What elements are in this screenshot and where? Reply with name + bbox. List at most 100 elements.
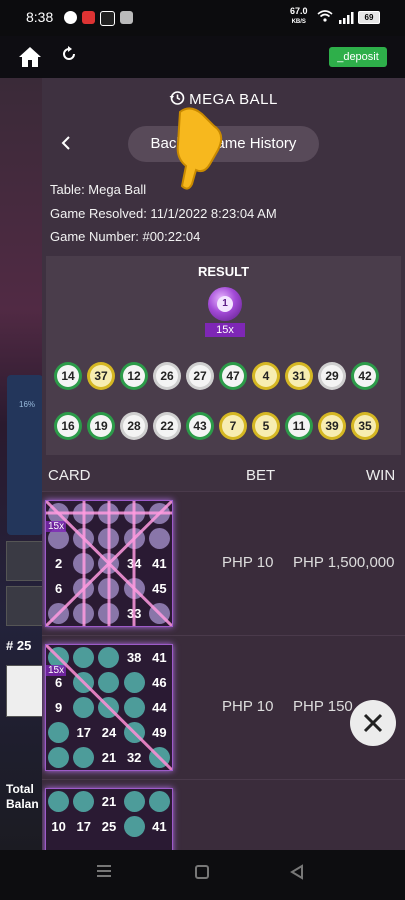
drawn-ball: 22 [153, 412, 181, 440]
drawn-ball: 19 [87, 412, 115, 440]
history-row: 21 10 17 25 41 [42, 779, 405, 850]
signal-icon [338, 11, 354, 27]
drawn-ball-number: 4 [255, 365, 277, 387]
drawn-ball: 29 [318, 362, 346, 390]
card-cell [71, 839, 96, 850]
card-cell [71, 601, 96, 626]
card-cell [46, 745, 71, 770]
drawn-ball-number: 16 [57, 415, 79, 437]
drawn-ball: 4 [252, 362, 280, 390]
card-cell [96, 601, 121, 626]
drawn-ball: 47 [219, 362, 247, 390]
home-icon[interactable] [18, 46, 42, 68]
bingo-card: 2 34 41 6 45 33 15x [45, 500, 173, 627]
card-cell [71, 789, 96, 814]
drawn-ball-number: 27 [189, 365, 211, 387]
drawn-ball-number: 7 [222, 415, 244, 437]
card-cell [122, 695, 147, 720]
card-cell [147, 839, 172, 850]
drawn-ball-number: 43 [189, 415, 211, 437]
game-number: Game Number: #00:22:04 [50, 229, 201, 244]
card-cell [96, 526, 121, 551]
card-cell: 49 [152, 725, 167, 740]
drawn-ball: 31 [285, 362, 313, 390]
card-cell: 45 [152, 581, 167, 596]
card-multiplier-badge: 15x [46, 521, 67, 532]
drawn-ball: 27 [186, 362, 214, 390]
row-bet: PHP 10 [222, 554, 274, 571]
nav-back-icon[interactable] [290, 864, 304, 885]
background-dice [6, 665, 44, 717]
drawn-ball: 35 [351, 412, 379, 440]
drawn-ball-number: 19 [90, 415, 112, 437]
header-card: CARD [48, 467, 91, 484]
drawn-ball-number: 42 [354, 365, 376, 387]
refresh-icon[interactable] [60, 45, 78, 69]
card-cell [122, 814, 147, 839]
background-box [6, 541, 44, 581]
card-cell: 46 [152, 675, 167, 690]
background-card: 16% [7, 375, 43, 535]
card-cell: 33 [126, 606, 142, 621]
card-cell [71, 670, 96, 695]
background-percent: 16% [19, 400, 36, 409]
card-cell: 41 [152, 650, 167, 665]
drawn-ball: 11 [285, 412, 313, 440]
card-cell [96, 670, 121, 695]
card-cell [71, 501, 96, 526]
drawn-ball: 43 [186, 412, 214, 440]
background-total: Total Balan [6, 782, 39, 811]
drawn-balls-row-2: 16 19 28 22 43 7 5 11 39 35 [54, 412, 379, 440]
card-cell: 10 [51, 819, 66, 834]
bingo-card: 21 10 17 25 41 [45, 788, 173, 850]
back-arrow-icon[interactable] [60, 134, 72, 157]
header-bet: BET [246, 467, 276, 484]
card-cell [96, 695, 121, 720]
drawn-balls-row-1: 14 37 12 26 27 47 4 31 29 42 [54, 362, 379, 390]
status-bar: 8:38 67.0 KB/S 69 [0, 0, 405, 36]
drawn-ball: 28 [120, 412, 148, 440]
history-row: 38 41 6 46 9 44 17 24 49 21 32 15x PHP 10 PHP 150 [42, 635, 405, 779]
card-cell: 41 [152, 556, 167, 571]
result-box: RESULT 1 15x 14 37 12 26 27 47 4 31 29 42 16 19 28 2… [46, 256, 401, 455]
card-cell [147, 501, 172, 526]
card-cell [147, 526, 172, 551]
drawn-ball-number: 28 [123, 415, 145, 437]
card-cell [122, 576, 147, 601]
card-cell: 32 [126, 750, 142, 765]
drawn-ball-number: 5 [255, 415, 277, 437]
drawn-ball: 39 [318, 412, 346, 440]
background-box [6, 586, 44, 626]
card-cell: 2 [54, 556, 63, 571]
card-cell: 38 [126, 650, 142, 665]
card-cell [71, 645, 96, 670]
drawn-ball: 42 [351, 362, 379, 390]
close-icon[interactable] [350, 700, 396, 746]
card-cell [96, 576, 121, 601]
card-cell [122, 501, 147, 526]
card-cell: 6 [54, 581, 63, 596]
card-cell: 9 [54, 700, 63, 715]
mega-multiplier: 15x [205, 323, 245, 337]
drawn-ball-number: 29 [321, 365, 343, 387]
mega-ball-icon: 1 [208, 287, 242, 321]
recents-icon[interactable] [96, 864, 112, 883]
drawn-ball-number: 37 [90, 365, 112, 387]
deposit-button[interactable]: _deposit [329, 47, 387, 67]
drawn-ball: 14 [54, 362, 82, 390]
drawn-ball-number: 35 [354, 415, 376, 437]
header-win: WIN [366, 467, 396, 484]
card-cell [71, 576, 96, 601]
drawn-ball: 12 [120, 362, 148, 390]
drawn-ball-number: 39 [321, 415, 343, 437]
drawn-ball-number: 26 [156, 365, 178, 387]
card-cell [122, 789, 147, 814]
row-win: PHP 150 [293, 698, 353, 715]
card-cell [46, 839, 71, 850]
card-cell: 24 [101, 725, 117, 740]
card-cell [71, 551, 96, 576]
card-cell [71, 695, 96, 720]
messenger-icon [64, 11, 77, 24]
card-cell [71, 745, 96, 770]
nav-home-icon[interactable] [194, 864, 210, 885]
